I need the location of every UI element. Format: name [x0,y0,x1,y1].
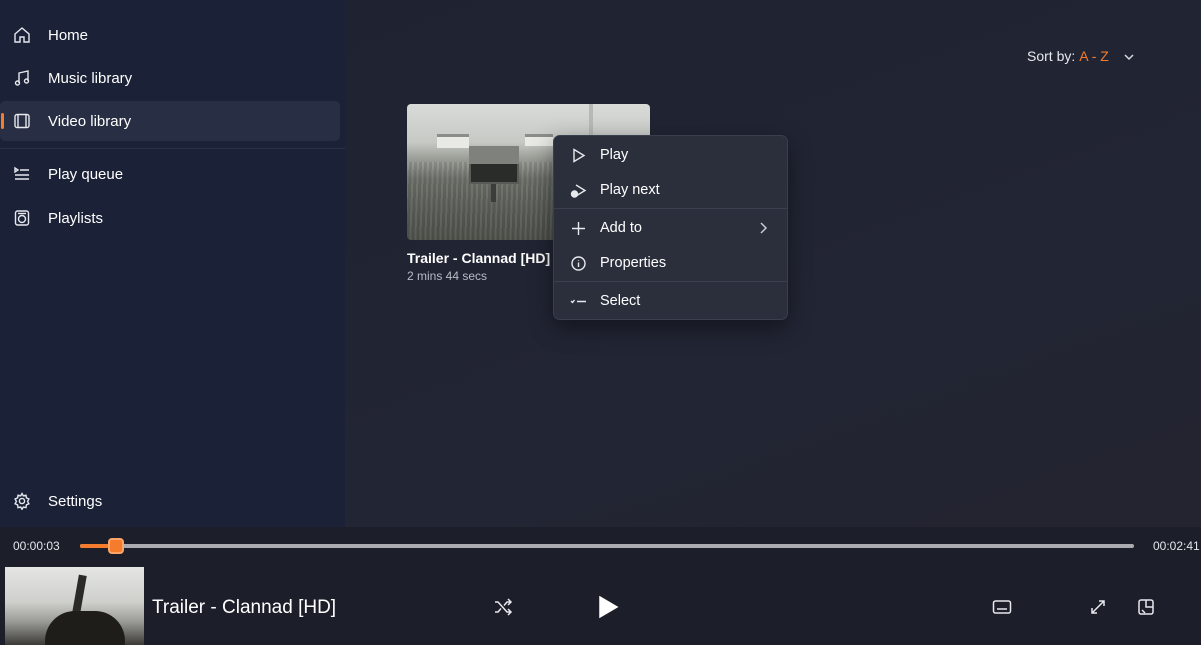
film-icon [12,111,32,131]
sidebar-item-home[interactable]: Home [0,15,340,55]
sidebar-item-label: Music library [48,69,133,87]
play-icon [597,595,619,624]
menu-item-label: Play [600,147,629,163]
active-indicator [1,113,4,129]
sidebar-item-label: Settings [48,492,103,510]
menu-item-select[interactable]: Select [558,284,783,318]
now-playing-thumbnail[interactable] [5,567,144,645]
sort-value: A - Z [1079,48,1109,64]
sidebar-item-playlists[interactable]: Playlists [0,198,340,238]
sidebar-item-label: Video library [48,112,132,130]
menu-item-label: Add to [600,220,642,236]
seek-bar[interactable] [80,538,1134,554]
menu-item-label: Select [600,293,641,309]
shuffle-button[interactable] [490,597,516,621]
menu-separator [554,208,787,209]
play-next-icon [569,181,587,199]
sort-dropdown[interactable]: Sort by: A - Z [1027,46,1135,66]
sidebar-item-label: Home [48,26,89,44]
sidebar-item-music-library[interactable]: Music library [0,58,340,98]
play-button[interactable] [592,594,624,624]
home-icon [12,25,32,45]
elapsed-time: 00:00:03 [13,539,60,553]
menu-item-label: Play next [600,182,660,198]
context-menu: Play Play next Add to Properties Select [553,135,788,320]
menu-item-label: Properties [600,255,667,271]
expand-icon [1089,598,1107,621]
sidebar-item-label: Play queue [48,165,124,183]
gear-icon [12,491,32,511]
sidebar-item-video-library[interactable]: Video library [0,101,340,141]
menu-item-play[interactable]: Play [558,138,783,172]
info-icon [569,254,587,272]
sort-label: Sort by: [1027,48,1076,64]
menu-item-play-next[interactable]: Play next [558,173,783,207]
now-playing-title: Trailer - Clannad [HD] [152,597,337,618]
play-icon [569,146,587,164]
menu-separator [554,281,787,282]
queue-icon [12,164,32,184]
subtitles-button[interactable] [990,598,1014,620]
seek-handle[interactable] [108,538,124,554]
chevron-right-icon [757,221,769,235]
total-time: 00:02:41 [1153,539,1200,553]
media-player-app: Home Music library Video library Play qu… [0,0,1201,645]
fullscreen-button[interactable] [1086,597,1110,621]
player-bar: 00:00:03 00:02:41 Trailer - Clannad [HD] [0,527,1201,645]
mini-player-icon [1137,598,1155,621]
plus-icon [569,219,587,237]
shuffle-icon [493,597,513,621]
music-icon [12,68,32,88]
sidebar-item-label: Playlists [48,209,104,227]
sidebar-divider [0,148,345,149]
mini-player-button[interactable] [1134,597,1158,621]
menu-item-properties[interactable]: Properties [558,246,783,280]
select-icon [569,292,587,310]
sidebar: Home Music library Video library Play qu… [0,0,345,527]
sidebar-item-settings[interactable]: Settings [0,481,340,521]
menu-item-add-to[interactable]: Add to [558,211,783,245]
chevron-down-icon [1123,50,1135,62]
video-title: Trailer - Clannad [HD] [407,250,551,266]
playlist-icon [12,208,32,228]
sidebar-item-play-queue[interactable]: Play queue [0,154,340,194]
subtitles-icon [992,599,1012,620]
